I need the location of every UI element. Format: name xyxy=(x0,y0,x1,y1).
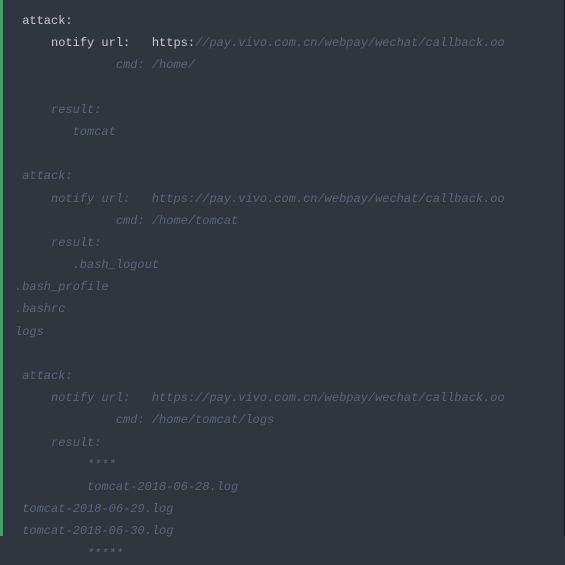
code-block: attack: notify url: https://pay.vivo.com… xyxy=(0,0,565,536)
b3-line-4: ***** xyxy=(87,547,123,561)
url-3: https://pay.vivo.com.cn/webpay/wechat/ca… xyxy=(152,391,505,405)
notify-label-2: notify url: xyxy=(51,192,130,206)
url-tail-1: //pay.vivo.com.cn/webpay/wechat/callback… xyxy=(195,36,505,50)
attack-label-1: attack: xyxy=(22,14,72,28)
b2-line-2: .bashrc xyxy=(15,302,65,316)
b2-line-1: .bash_profile xyxy=(15,280,109,294)
b3-line-2: tomcat-2018-06-29.log xyxy=(22,502,173,516)
attack-label-3: attack: xyxy=(22,369,72,383)
attack-label-2: attack: xyxy=(22,169,72,183)
b3-line-0: **** xyxy=(87,458,116,472)
url-2: https://pay.vivo.com.cn/webpay/wechat/ca… xyxy=(152,192,505,206)
result-label-3: result: xyxy=(51,436,101,450)
https-label-1: https: xyxy=(152,36,195,50)
result-label-2: result: xyxy=(51,236,101,250)
result-line-1: tomcat xyxy=(73,125,116,139)
b2-line-0: .bash_logout xyxy=(73,258,159,272)
notify-label-1: notify url: xyxy=(51,36,130,50)
b2-line-3: logs xyxy=(15,325,44,339)
cmd-3: cmd: /home/tomcat/logs xyxy=(116,413,274,427)
b3-line-1: tomcat-2018-06-28.log xyxy=(87,480,238,494)
cmd-1: cmd: /home/ xyxy=(116,58,195,72)
cmd-2: cmd: /home/tomcat xyxy=(116,214,238,228)
notify-label-3: notify url: xyxy=(51,391,130,405)
result-label-1: result: xyxy=(51,103,101,117)
b3-line-3: tomcat-2018-06-30.log xyxy=(22,524,173,538)
